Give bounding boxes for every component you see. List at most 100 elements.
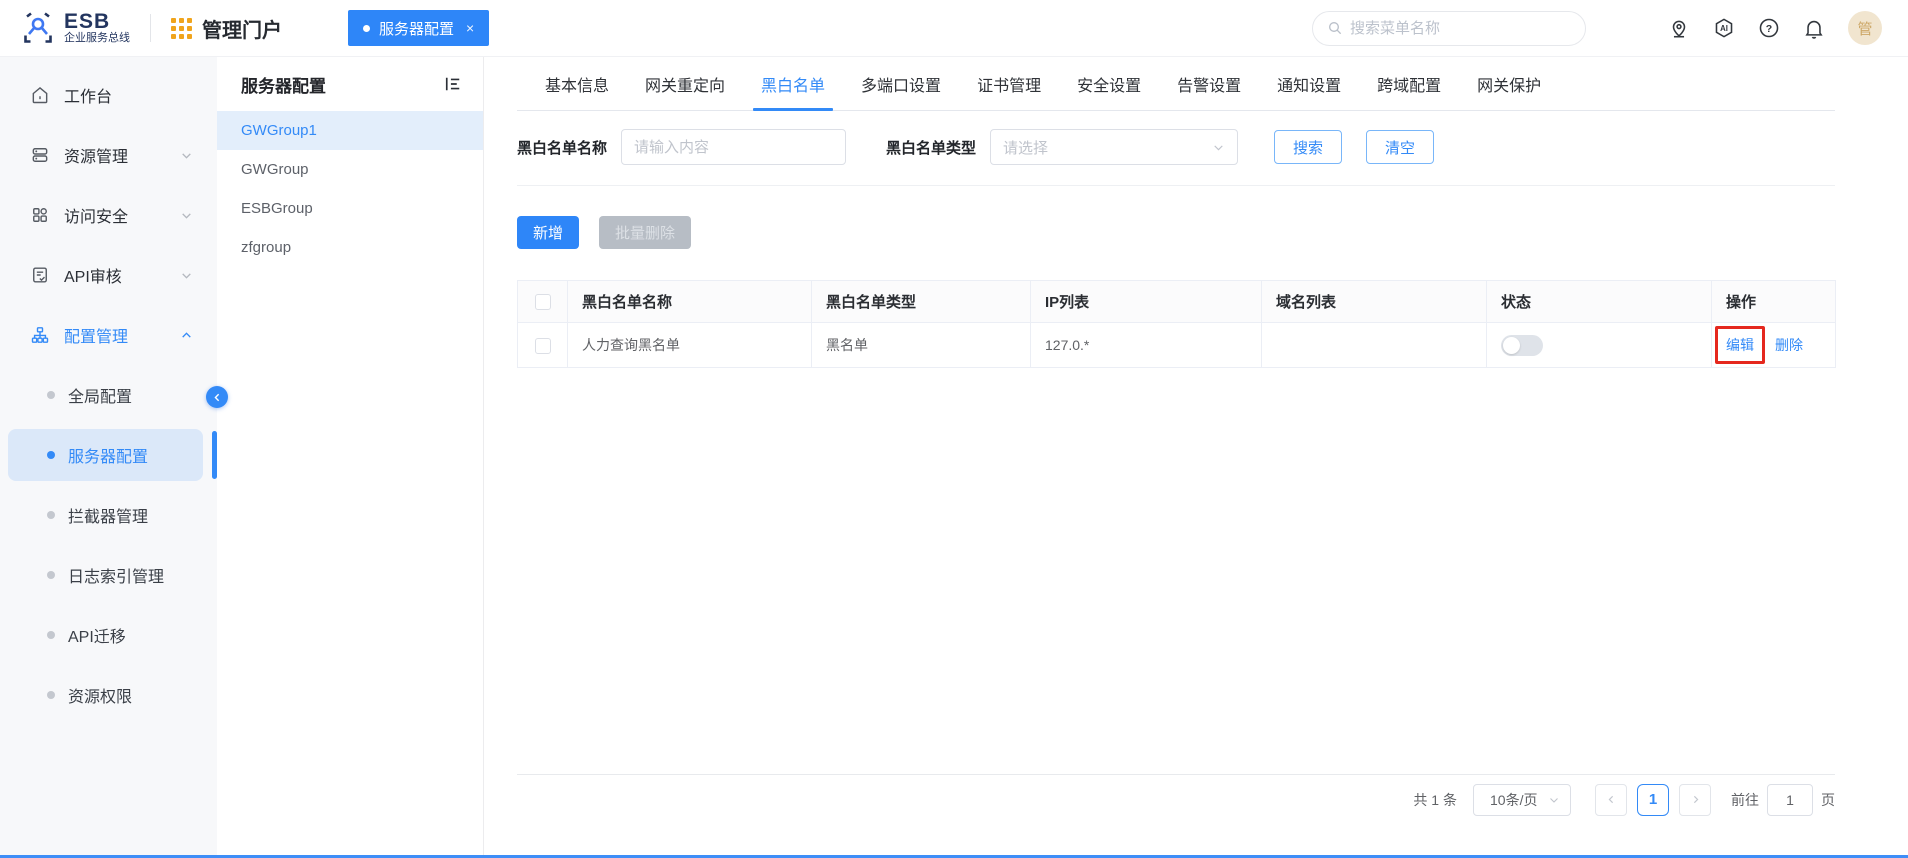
search-button[interactable]: 搜索 [1274,130,1343,164]
tab-notification-settings[interactable]: 通知设置 [1259,57,1359,110]
tab-alert-settings[interactable]: 告警设置 [1159,57,1259,110]
chevron-left-icon [1608,795,1613,804]
add-button[interactable]: 新增 [517,216,580,249]
goto-page-input[interactable] [1767,783,1813,816]
page-size-value: 10条/页 [1490,791,1538,808]
tab-security-settings[interactable]: 安全设置 [1059,57,1159,110]
api-audit-icon [33,267,47,283]
bullet-dot-icon [47,451,55,459]
config-icon [31,327,49,343]
logo-subtitle: 企业服务总线 [64,32,130,45]
chevron-down-icon [182,272,191,279]
resource-icon [32,148,48,162]
main-content: 基本信息 网关重定向 黑白名单 多端口设置 证书管理 安全设置 告警设置 通知设… [484,57,1908,855]
bullet-dot-icon [47,511,55,519]
header-divider [150,14,151,42]
cell-type: 黑名单 [811,322,1031,368]
group-item-esbgroup[interactable]: ESBGroup [217,189,483,228]
tab-gateway-redirect[interactable]: 网关重定向 [627,57,743,110]
batch-delete-button[interactable]: 批量删除 [599,216,692,249]
status-toggle[interactable] [1501,334,1543,356]
group-item-label: GWGroup1 [241,122,317,139]
tab-cors-config[interactable]: 跨域配置 [1359,57,1459,110]
column-header: 状态 [1486,280,1712,323]
toggle-knob [1503,336,1520,354]
bell-icon[interactable] [1803,17,1825,39]
tab-close-icon[interactable]: × [466,20,474,36]
group-item-gwgroup[interactable]: GWGroup [217,150,483,189]
filter-type-label: 黑白名单类型 [886,139,977,157]
search-input[interactable] [1350,19,1550,37]
location-icon[interactable] [1668,17,1690,39]
delete-link[interactable]: 删除 [1775,337,1803,353]
sidebar-item-label: 工作台 [64,89,113,106]
sidebar-item-config-management[interactable]: 配置管理 [0,305,217,365]
sidebar-subitem-label: 服务器配置 [68,449,149,466]
group-panel-title: 服务器配置 [241,76,326,96]
sidebar-item-access-security[interactable]: 访问安全 [0,185,217,245]
table-row: 人力查询黑名单 黑名单 127.0.* 编辑 删除 [517,322,1836,368]
chevron-up-icon [182,331,191,338]
column-header: 黑白名单名称 [567,280,812,323]
avatar[interactable]: 管 [1848,11,1882,45]
sidebar-item-resource[interactable]: 资源管理 [0,125,217,185]
sidebar-subitem-api-migration[interactable]: API迁移 [0,605,217,665]
sidebar-item-api-audit[interactable]: API审核 [0,245,217,305]
open-page-tab[interactable]: 服务器配置 × [348,10,490,46]
row-checkbox[interactable] [534,337,551,354]
tab-blacklist-whitelist[interactable]: 黑白名单 [743,57,843,111]
chevron-left-icon [213,393,219,401]
search-icon [1329,22,1342,35]
sidebar-subitem-log-index[interactable]: 日志索引管理 [0,545,217,605]
sidebar-item-label: 资源管理 [64,149,129,166]
sidebar-item-workbench[interactable]: 工作台 [0,65,217,125]
sidebar-subitem-label: 日志索引管理 [68,569,165,586]
pagination-total: 共 1 条 [1413,791,1457,808]
menu-search[interactable] [1312,10,1586,46]
ai-icon[interactable]: AI [1713,17,1735,39]
next-page-button[interactable] [1679,783,1711,816]
bullet-dot-icon [47,571,55,579]
select-all-checkbox[interactable] [534,294,551,311]
access-security-icon [33,208,47,222]
page-unit-label: 页 [1821,791,1835,808]
collapse-menu-icon[interactable] [443,74,463,94]
sidebar-item-label: API审核 [64,269,122,286]
group-item-gwgroup1[interactable]: GWGroup1 [217,111,483,150]
chevron-down-icon [182,212,191,219]
bullet-dot-icon [47,691,55,699]
sidebar-subitem-label: 资源权限 [68,689,133,706]
filter-name-input[interactable] [621,129,847,165]
app-header: ESB 企业服务总线 管理门户 服务器配置 × AI [0,0,1908,57]
page-size-select[interactable]: 10条/页 [1473,783,1571,816]
filter-type-select[interactable]: 请选择 [990,129,1239,165]
sidebar-subitem-server-config[interactable]: 服务器配置 [8,429,203,481]
bullet-dot-icon [47,631,55,639]
sidebar: 工作台 资源管理 访问安全 API审核 配置管理 全局配置 服务器配置 拦截器管… [0,57,217,855]
sidebar-item-label: 配置管理 [64,329,129,346]
tab-basic-info[interactable]: 基本信息 [527,57,627,110]
group-item-label: GWGroup [241,161,309,178]
avatar-text: 管 [1857,20,1873,38]
tab-multi-port[interactable]: 多端口设置 [843,57,959,110]
svg-text:?: ? [1766,23,1772,35]
column-header: 黑白名单类型 [811,280,1031,323]
tab-gateway-protection[interactable]: 网关保护 [1459,57,1559,110]
column-header: 域名列表 [1261,280,1487,323]
svg-text:AI: AI [1720,24,1728,33]
help-icon[interactable]: ? [1758,17,1780,39]
esb-logo-icon [24,12,52,43]
table-header-row: 黑白名单名称 黑白名单类型 IP列表 域名列表 状态 操作 [517,280,1836,323]
active-item-indicator [212,431,217,479]
tab-certificate[interactable]: 证书管理 [959,57,1059,110]
page-number-button[interactable]: 1 [1637,783,1669,816]
group-item-zfgroup[interactable]: zfgroup [217,228,483,267]
prev-page-button[interactable] [1595,783,1627,816]
clear-button[interactable]: 清空 [1366,130,1435,164]
edit-link[interactable]: 编辑 [1726,337,1754,353]
sidebar-subitem-interceptor[interactable]: 拦截器管理 [0,485,217,545]
sidebar-subitem-global-config[interactable]: 全局配置 [0,365,217,425]
sidebar-subitem-resource-permission[interactable]: 资源权限 [0,665,217,725]
sidebar-collapse-button[interactable] [206,386,228,408]
tab-label: 服务器配置 [379,20,455,38]
